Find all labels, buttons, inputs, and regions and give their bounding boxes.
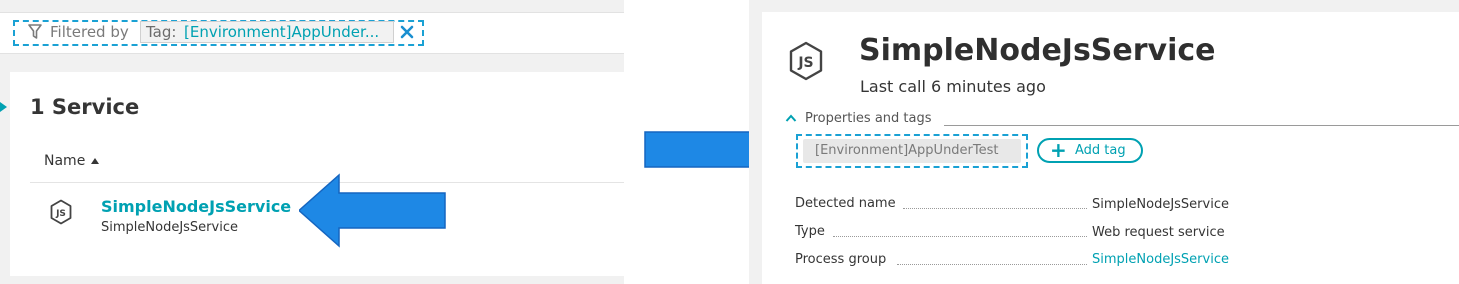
add-tag-label[interactable]: Add tag xyxy=(1075,143,1126,159)
property-leader xyxy=(903,208,1087,209)
last-call-text: Last call 6 minutes ago xyxy=(860,77,1046,96)
chevron-up-icon[interactable] xyxy=(785,113,797,123)
property-value-type: Web request service xyxy=(1092,225,1225,240)
filter-icon xyxy=(28,24,42,39)
environment-tag-label: [Environment]AppUnderTest xyxy=(815,143,999,158)
property-label-type: Type xyxy=(795,224,825,239)
section-divider xyxy=(944,125,1459,126)
service-count-heading: 1 Service xyxy=(30,95,140,119)
filter-tag-value[interactable]: [Environment]AppUnder... xyxy=(184,23,379,41)
property-leader xyxy=(833,236,1087,237)
property-leader xyxy=(897,264,1087,265)
close-icon[interactable] xyxy=(400,25,414,39)
properties-and-tags-toggle[interactable]: Properties and tags xyxy=(805,111,932,127)
service-title: SimpleNodeJsService xyxy=(859,33,1216,68)
process-group-link[interactable]: SimpleNodeJsService xyxy=(1092,252,1229,268)
collapse-marker-icon[interactable] xyxy=(0,102,7,112)
service-name-link[interactable]: SimpleNodeJsService xyxy=(101,197,291,217)
nodejs-icon: JS xyxy=(789,41,823,81)
name-column-header[interactable]: Name xyxy=(44,152,85,170)
sort-ascending-icon[interactable] xyxy=(91,158,99,164)
plus-icon[interactable]: + xyxy=(1050,140,1067,160)
service-subtitle: SimpleNodeJsService xyxy=(101,220,238,235)
arrow-left-icon xyxy=(299,173,446,248)
svg-text:JS: JS xyxy=(55,209,66,219)
property-label-detected-name: Detected name xyxy=(795,196,896,211)
filter-tag-key: Tag: xyxy=(146,23,177,41)
property-label-process-group: Process group xyxy=(795,252,887,267)
filtered-by-label: Filtered by xyxy=(50,23,129,41)
property-value-detected-name: SimpleNodeJsService xyxy=(1092,197,1229,212)
nodejs-icon: JS xyxy=(50,199,72,225)
svg-text:JS: JS xyxy=(797,55,813,71)
